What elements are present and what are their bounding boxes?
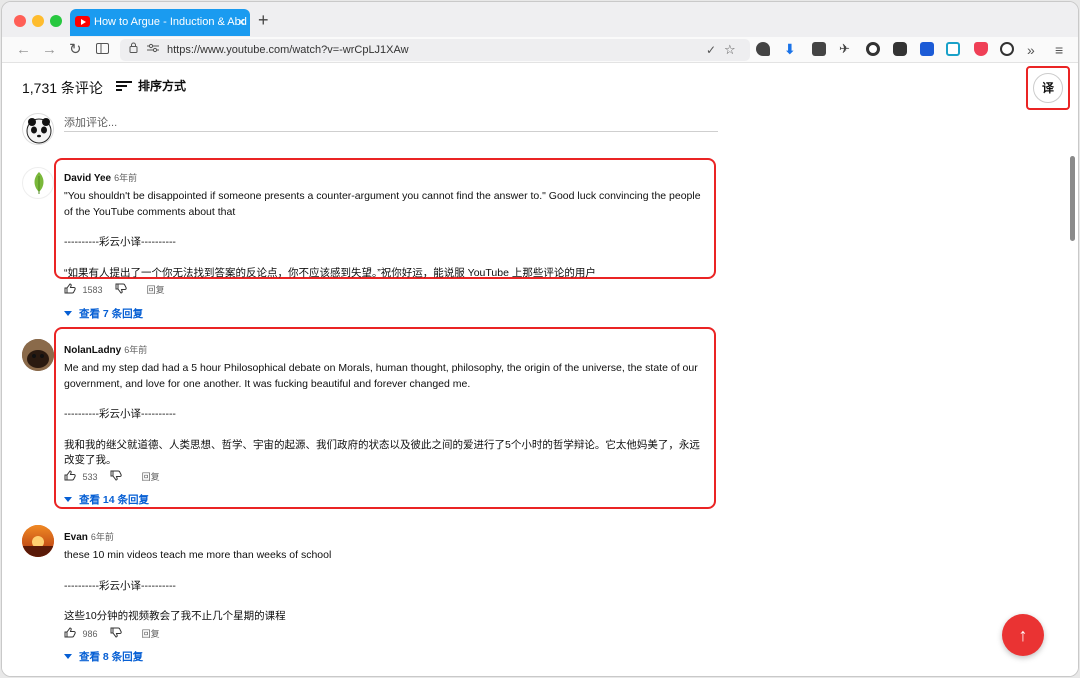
like-count: 986 <box>82 628 98 639</box>
like-count: 1583 <box>82 284 103 295</box>
comment-text-en: Me and my step dad had a 5 hour Philosop… <box>64 362 698 390</box>
check-icon[interactable]: ✓ <box>706 39 716 61</box>
comment-text-en: "You shouldn't be disappointed if someon… <box>64 190 701 218</box>
comment-header: NolanLadny 6年前 <box>64 340 706 358</box>
permissions-icon[interactable] <box>147 39 159 61</box>
translate-highlight: 译 <box>1026 66 1070 110</box>
dislike-icon[interactable] <box>110 627 122 640</box>
youtube-icon <box>75 16 90 27</box>
view-replies-label: 查看 8 条回复 <box>79 651 144 663</box>
view-replies-button[interactable]: 查看 8 条回复 <box>64 649 143 664</box>
comment-time[interactable]: 6年前 <box>91 532 114 542</box>
view-replies-button[interactable]: 查看 14 条回复 <box>64 492 149 507</box>
comment-text-en: these 10 min videos teach me more than w… <box>64 549 332 561</box>
reply-button[interactable]: 回复 <box>147 283 165 296</box>
comment-author[interactable]: Evan <box>64 532 88 543</box>
comment-time[interactable]: 6年前 <box>124 345 147 355</box>
comment-actions: 1583 回复 <box>64 283 165 296</box>
comment-text-zh: 这些10分钟的视频教会了我不止几个星期的课程 <box>64 610 286 622</box>
youtube-comments-section: 1,731 条评论 排序方式 译 添加评论... David Yee 6年前 "Y… <box>2 64 1078 676</box>
scrollbar-thumb[interactable] <box>1070 156 1075 241</box>
active-tab[interactable]: How to Argue - Induction & Abd × <box>70 9 250 36</box>
comment-author[interactable]: David Yee <box>64 173 111 184</box>
url-text: https://www.youtube.com/watch?v=-wrCpLJ1… <box>167 44 409 56</box>
comment-text-zh: “如果有人提出了一个你无法找到答案的反论点，你不应该感到失望。”祝你好运，能说服… <box>64 266 596 279</box>
comment: Evan 6年前 these 10 min videos teach me mor… <box>64 527 704 625</box>
translation-separator: ----------彩云小译---------- <box>64 236 176 248</box>
comment-header: Evan 6年前 <box>64 527 704 545</box>
forward-button[interactable]: → <box>42 40 57 60</box>
comment: NolanLadny 6年前 Me and my step dad had a 5… <box>64 340 706 469</box>
comment-count: 1,731 条评论 <box>22 80 103 96</box>
reload-button[interactable]: ↻ <box>69 40 82 60</box>
rocket-icon[interactable]: ✈ <box>839 42 853 56</box>
tab-title: How to Argue - Induction & Abd <box>94 16 247 28</box>
zoom-window-button[interactable] <box>50 15 62 27</box>
view-replies-label: 查看 7 条回复 <box>79 308 144 320</box>
overflow-icon[interactable]: » <box>1027 40 1035 60</box>
address-bar[interactable]: https://www.youtube.com/watch?v=-wrCpLJ1… <box>120 39 750 61</box>
close-window-button[interactable] <box>14 15 26 27</box>
comment-time[interactable]: 6年前 <box>114 173 137 183</box>
user-avatar <box>22 113 54 145</box>
like-icon[interactable] <box>64 283 76 296</box>
scroll-to-top-button[interactable]: ↑ <box>1002 614 1044 656</box>
comment-avatar[interactable] <box>22 339 54 371</box>
expand-caret-icon <box>64 654 72 659</box>
reply-button[interactable]: 回复 <box>142 470 160 483</box>
view-replies-label: 查看 14 条回复 <box>79 494 150 506</box>
comment-avatar[interactable] <box>22 167 54 199</box>
comment: David Yee 6年前 "You shouldn't be disappoin… <box>64 168 704 281</box>
navigation-bar: ← → ↻ https://www.youtube.com/watch?v=-w… <box>2 37 1078 63</box>
download-icon[interactable]: ⬇ <box>784 42 798 56</box>
translation-separator: ----------彩云小译---------- <box>64 579 176 592</box>
sort-icon <box>116 80 132 92</box>
comment-actions: 986 回复 <box>64 627 160 640</box>
circle-extension-icon[interactable] <box>866 42 880 56</box>
translation-separator: ----------彩云小译---------- <box>64 408 176 420</box>
like-icon[interactable] <box>64 470 76 483</box>
reader-view-icon[interactable] <box>96 40 109 60</box>
comment-text-zh: 我和我的继父就道德、人类思想、哲学、宇宙的起源、我们政府的状态以及彼此之间的爱进… <box>64 438 700 467</box>
like-count: 533 <box>82 471 98 482</box>
panda-extension-icon[interactable] <box>1000 42 1014 56</box>
browser-window: How to Argue - Induction & Abd × + ← → ↻… <box>1 1 1079 677</box>
reply-button[interactable]: 回复 <box>142 627 160 640</box>
comment-author[interactable]: NolanLadny <box>64 345 121 356</box>
sort-button[interactable]: 排序方式 <box>116 77 186 94</box>
minimize-window-button[interactable] <box>32 15 44 27</box>
comment-avatar[interactable] <box>22 525 54 557</box>
comment-actions: 533 回复 <box>64 470 160 483</box>
save-extension-icon[interactable] <box>946 42 960 56</box>
lock-icon <box>129 39 138 61</box>
bitwarden-icon[interactable] <box>920 42 934 56</box>
bookmark-star-icon[interactable]: ☆ <box>724 39 736 61</box>
camera-icon[interactable] <box>812 42 826 56</box>
sort-label: 排序方式 <box>138 79 187 93</box>
pocket-icon[interactable] <box>974 42 988 56</box>
expand-caret-icon <box>64 311 72 316</box>
tab-bar: How to Argue - Induction & Abd × + <box>2 2 1078 37</box>
expand-caret-icon <box>64 497 72 502</box>
menu-icon[interactable]: ≡ <box>1055 40 1063 60</box>
dislike-icon[interactable] <box>115 283 127 296</box>
comment-header: David Yee 6年前 <box>64 168 704 186</box>
dislike-icon[interactable] <box>110 470 122 483</box>
spy-extension-icon[interactable] <box>893 42 907 56</box>
back-button[interactable]: ← <box>16 40 31 60</box>
add-comment-input[interactable]: 添加评论... <box>64 114 718 132</box>
view-replies-button[interactable]: 查看 7 条回复 <box>64 306 143 321</box>
new-tab-button[interactable]: + <box>258 10 269 31</box>
translate-button[interactable]: 译 <box>1033 73 1063 103</box>
tab-close-icon[interactable]: × <box>238 9 245 36</box>
like-icon[interactable] <box>64 627 76 640</box>
extension-icon[interactable] <box>756 42 770 56</box>
